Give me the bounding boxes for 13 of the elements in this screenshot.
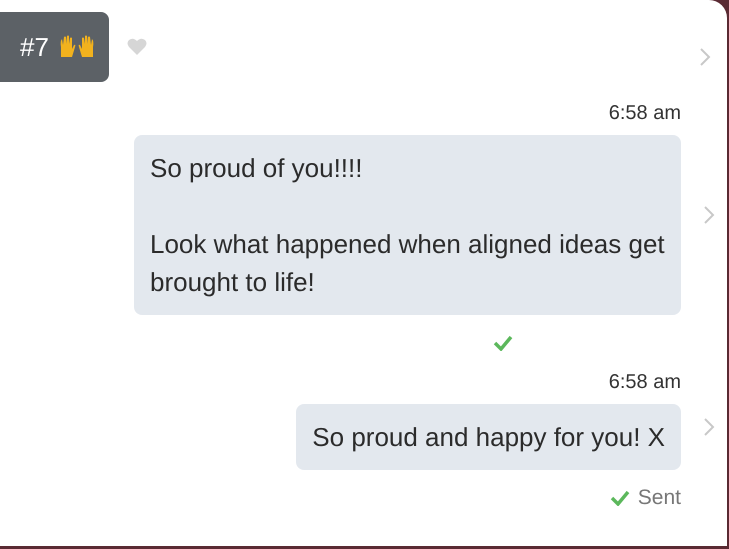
chevron-right-icon[interactable] xyxy=(699,47,711,67)
status-label: Sent xyxy=(638,486,681,510)
tag-label: #7 xyxy=(20,32,49,62)
message-text: So proud and happy for you! X xyxy=(312,421,665,454)
message-text: Look what happened when aligned ideas get brought to life! xyxy=(150,228,665,299)
check-icon xyxy=(610,490,630,506)
chevron-right-icon[interactable] xyxy=(703,205,715,225)
check-icon xyxy=(493,335,513,351)
message-time: 6:58 am xyxy=(608,102,681,125)
message-text: So proud of you!!!! xyxy=(150,152,364,185)
heart-icon[interactable] xyxy=(126,38,147,56)
message-time: 6:58 am xyxy=(608,371,681,394)
chevron-right-icon[interactable] xyxy=(703,417,715,437)
